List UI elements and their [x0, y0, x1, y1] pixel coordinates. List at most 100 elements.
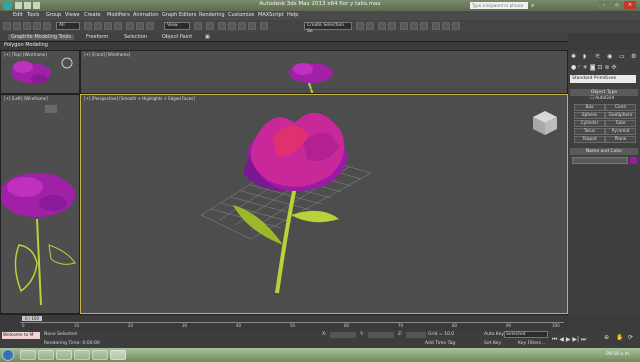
- percent-snap-icon[interactable]: [238, 22, 246, 30]
- tab-object-paint[interactable]: Object Paint: [162, 34, 192, 40]
- maxscript-listener[interactable]: Welcome to M: [2, 332, 40, 339]
- box-button[interactable]: Box: [574, 104, 605, 111]
- primitive-category-dropdown[interactable]: Standard Primitives: [570, 75, 636, 83]
- minimize-button[interactable]: –: [598, 1, 610, 9]
- scale-icon[interactable]: [146, 22, 154, 30]
- menu-graph-editors[interactable]: Graph Editors: [162, 12, 196, 18]
- torus-button[interactable]: Torus: [574, 128, 605, 135]
- taskbar-explorer-icon[interactable]: [38, 350, 54, 360]
- object-name-field[interactable]: [572, 157, 628, 164]
- taskbar-3dsmax-icon[interactable]: [110, 350, 126, 360]
- render-setup-icon[interactable]: [432, 22, 440, 30]
- edit-named-selection-icon[interactable]: [260, 22, 268, 30]
- angle-snap-icon[interactable]: [228, 22, 236, 30]
- helpers-icon[interactable]: ⊡: [597, 64, 602, 71]
- search-input[interactable]: Type a keyword or phrase: [470, 2, 528, 9]
- polygon-modeling-panel[interactable]: Polygon Modeling: [4, 42, 48, 48]
- ribbon-options-icon[interactable]: ▣: [205, 34, 210, 40]
- create-tab-icon[interactable]: ✱: [571, 53, 576, 60]
- redo-icon[interactable]: [13, 22, 21, 30]
- select-by-name-icon[interactable]: [94, 22, 102, 30]
- select-object-icon[interactable]: [84, 22, 92, 30]
- add-time-tag[interactable]: Add Time Tag: [425, 341, 455, 346]
- tab-graphite-modeling-tools[interactable]: Graphite Modeling Tools: [8, 34, 75, 40]
- material-editor-icon[interactable]: [420, 22, 428, 30]
- link-icon[interactable]: [23, 22, 31, 30]
- cone-button[interactable]: Cone: [605, 104, 636, 111]
- geosphere-button[interactable]: GeoSphere: [605, 112, 636, 119]
- menu-edit[interactable]: Edit: [13, 12, 23, 18]
- space-warps-icon[interactable]: ≋: [604, 64, 609, 71]
- unlink-icon[interactable]: [33, 22, 41, 30]
- schematic-view-icon[interactable]: [410, 22, 418, 30]
- tab-freeform[interactable]: Freeform: [86, 34, 108, 40]
- menu-maxscript[interactable]: MAXScript: [258, 12, 284, 18]
- set-key-button[interactable]: Set Key: [484, 341, 501, 346]
- key-mode-dropdown[interactable]: Selected: [504, 331, 548, 338]
- teapot-button[interactable]: Teapot: [574, 136, 605, 143]
- key-filters-button[interactable]: Key Filters...: [518, 341, 545, 346]
- motion-tab-icon[interactable]: ◉: [607, 53, 612, 60]
- cameras-icon[interactable]: ◙: [590, 64, 596, 71]
- pan-icon[interactable]: ✋: [616, 334, 623, 341]
- viewport-top[interactable]: [+] [Top] [Wireframe]: [0, 50, 80, 94]
- name-and-color-rollout[interactable]: Name and Color: [570, 148, 638, 155]
- reference-coordinate-dropdown[interactable]: View: [164, 22, 190, 30]
- object-type-rollout[interactable]: Object Type: [570, 89, 638, 96]
- taskbar-ie-icon[interactable]: [20, 350, 36, 360]
- y-coord-field[interactable]: [368, 332, 394, 338]
- zoom-icon[interactable]: ⊕: [604, 334, 609, 341]
- modify-tab-icon[interactable]: ◗: [583, 53, 586, 60]
- menu-animation[interactable]: Animation: [133, 12, 159, 18]
- move-icon[interactable]: [126, 22, 134, 30]
- named-selection-dropdown[interactable]: Create Selection Se: [304, 22, 352, 34]
- maximize-button[interactable]: ▫: [611, 1, 623, 9]
- tube-button[interactable]: Tube: [605, 120, 636, 127]
- layer-manager-icon[interactable]: [378, 22, 386, 30]
- taskbar-app-icon[interactable]: [92, 350, 108, 360]
- viewport-left[interactable]: [+] [Left] [Wireframe]: [0, 94, 80, 314]
- time-slider[interactable]: 0 / 100: [22, 316, 42, 321]
- hierarchy-tab-icon[interactable]: ⚟: [595, 53, 600, 60]
- menu-tools[interactable]: Tools: [27, 12, 39, 18]
- cylinder-button[interactable]: Cylinder: [574, 120, 605, 127]
- shapes-icon[interactable]: ◜: [578, 64, 580, 71]
- rendered-frame-icon[interactable]: [442, 22, 450, 30]
- window-crossing-icon[interactable]: [114, 22, 122, 30]
- bind-space-warp-icon[interactable]: [43, 22, 51, 30]
- auto-key-button[interactable]: Auto Key: [484, 332, 504, 337]
- select-manipulate-icon[interactable]: [206, 22, 214, 30]
- object-color-swatch[interactable]: [630, 157, 637, 164]
- menu-views[interactable]: Views: [65, 12, 79, 18]
- render-production-icon[interactable]: [452, 22, 460, 30]
- clock[interactable]: 09:58 a.m.: [606, 352, 630, 357]
- search-icon[interactable]: ⌕: [531, 2, 534, 10]
- menu-modifiers[interactable]: Modifiers: [107, 12, 130, 18]
- pyramid-button[interactable]: Pyramid: [605, 128, 636, 135]
- align-icon[interactable]: [366, 22, 374, 30]
- start-button[interactable]: [2, 349, 14, 361]
- plane-button[interactable]: Plane: [605, 136, 636, 143]
- orbit-icon[interactable]: ⟳: [628, 334, 633, 341]
- mirror-icon[interactable]: [356, 22, 364, 30]
- utilities-tab-icon[interactable]: ⚙: [631, 53, 636, 60]
- systems-icon[interactable]: ✣: [611, 64, 616, 71]
- menu-customize[interactable]: Customize: [228, 12, 254, 18]
- geometry-icon[interactable]: ●: [571, 64, 576, 71]
- menu-group[interactable]: Group: [46, 12, 61, 18]
- menu-create[interactable]: Create: [84, 12, 101, 18]
- taskbar-firefox-icon[interactable]: [74, 350, 90, 360]
- viewport-front[interactable]: [+] [Front] [Wireframe]: [80, 50, 568, 94]
- graphite-toggle-icon[interactable]: [388, 22, 396, 30]
- z-coord-field[interactable]: [406, 332, 426, 338]
- taskbar-media-icon[interactable]: [56, 350, 72, 360]
- x-coord-field[interactable]: [330, 332, 356, 338]
- autogrid-checkbox[interactable]: ☐ AutoGrid: [590, 96, 614, 101]
- display-tab-icon[interactable]: ▭: [619, 53, 625, 60]
- spinner-snap-icon[interactable]: [248, 22, 256, 30]
- pivot-icon[interactable]: [194, 22, 202, 30]
- undo-icon[interactable]: [3, 22, 11, 30]
- playback-controls[interactable]: ⏮ ◀ ▶ ▶| ⏭: [552, 336, 586, 344]
- curve-editor-icon[interactable]: [400, 22, 408, 30]
- rotate-icon[interactable]: [136, 22, 144, 30]
